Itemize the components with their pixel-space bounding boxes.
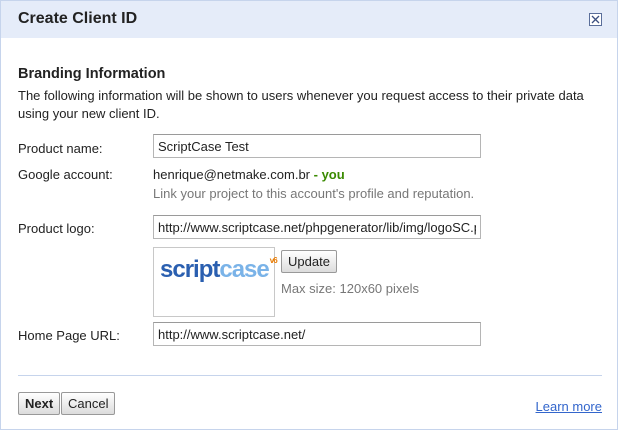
next-button[interactable]: Next	[18, 392, 61, 415]
product-logo-label: Product logo:	[18, 221, 95, 236]
section-description: The following information will be shown …	[18, 88, 584, 121]
max-size-hint: Max size: 120x60 pixels	[281, 281, 420, 296]
scriptcase-logo: scriptcasev6	[160, 256, 278, 283]
google-account-hint: Link your project to this account's prof…	[153, 186, 475, 201]
logo-preview: scriptcasev6	[153, 247, 278, 317]
create-client-id-dialog: Create Client ID Branding Information Th…	[0, 0, 618, 430]
product-logo-input[interactable]	[153, 215, 481, 239]
update-button[interactable]: Update	[281, 250, 337, 273]
dialog-title: Create Client ID	[18, 10, 138, 27]
learn-more-link[interactable]: Learn more	[536, 399, 602, 414]
home-page-input[interactable]	[153, 322, 481, 346]
account-email: henrique@netmake.com.br	[153, 167, 310, 182]
dialog-titlebar: Create Client ID	[1, 1, 617, 38]
google-account-label: Google account:	[18, 167, 113, 182]
google-account-value: henrique@netmake.com.br - you	[153, 167, 345, 182]
account-separator: -	[310, 167, 322, 182]
product-name-label: Product name:	[18, 141, 103, 156]
close-icon[interactable]	[589, 13, 602, 26]
footer-divider	[18, 375, 602, 376]
cancel-button[interactable]: Cancel	[61, 392, 116, 415]
home-page-label: Home Page URL:	[18, 328, 120, 343]
product-name-input[interactable]	[153, 134, 481, 158]
account-you-badge: you	[321, 167, 345, 182]
section-heading: Branding Information	[18, 66, 166, 82]
